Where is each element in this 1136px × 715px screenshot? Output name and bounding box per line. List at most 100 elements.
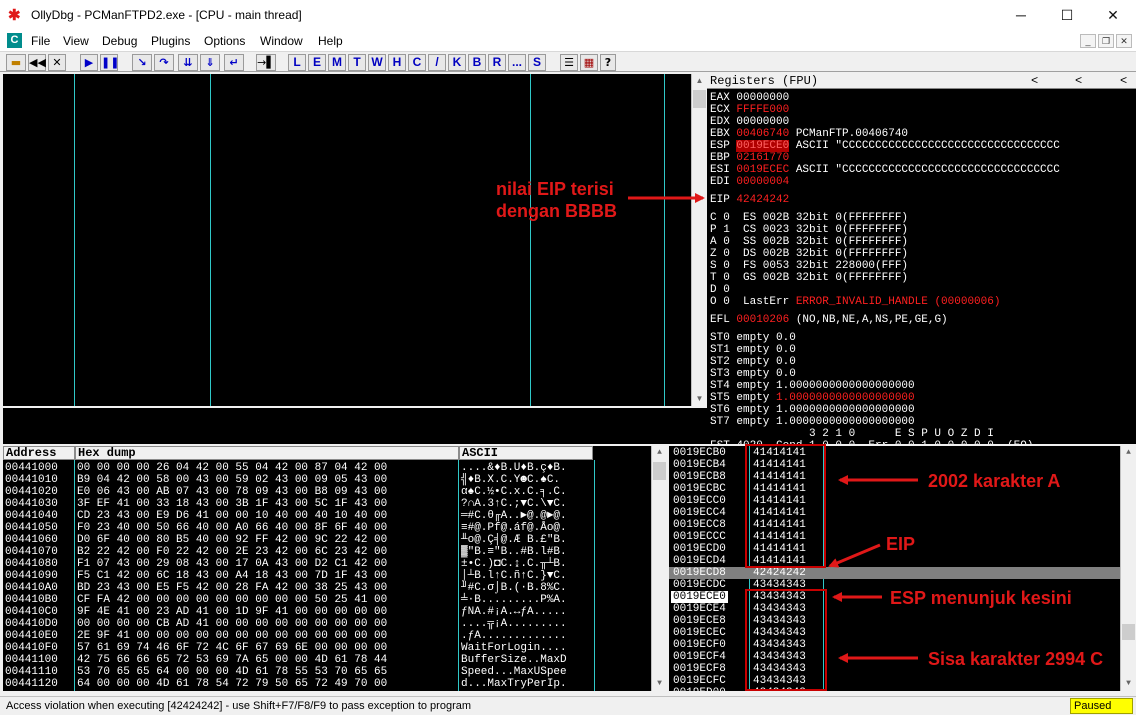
flag-row: D 0 xyxy=(710,284,730,296)
scroll-thumb[interactable] xyxy=(1122,624,1135,640)
windows-window-button[interactable]: W xyxy=(368,54,386,71)
register-row[interactable]: ESI 0019ECEC ASCII "CCCCCCCCCCCCCCCCCCCC… xyxy=(710,164,1060,176)
scroll-down-icon[interactable]: ▼ xyxy=(652,677,667,691)
register-value: 00000000 xyxy=(736,116,790,128)
disasm-column-divider[interactable] xyxy=(664,74,665,406)
register-row[interactable]: EAX 00000000 xyxy=(710,92,789,104)
stack-row[interactable]: 0019ECD4 41414141 xyxy=(669,555,1136,567)
log-window-button[interactable]: L xyxy=(288,54,306,71)
go-to-icon[interactable]: →▌ xyxy=(256,54,276,71)
dump-column-ascii[interactable]: ASCII xyxy=(459,446,593,460)
dump-scrollbar[interactable]: ▲ ▼ xyxy=(651,446,667,691)
cpu-window-button[interactable]: C xyxy=(408,54,426,71)
open-folder-icon[interactable]: ▬ xyxy=(6,54,26,71)
menu-window[interactable]: Window xyxy=(260,34,303,48)
stack-row[interactable]: 0019ECB8 41414141 xyxy=(669,471,1136,483)
register-row[interactable]: EBX 00406740 PCManFTP.00406740 xyxy=(710,128,908,140)
trace-into-icon[interactable]: ⇊ xyxy=(178,54,198,71)
close-program-icon[interactable]: ✕ xyxy=(48,54,66,71)
breakpoints-window-button[interactable]: B xyxy=(468,54,486,71)
stack-row[interactable]: 0019ECFC 43434343 xyxy=(669,675,1136,687)
memory-window-button[interactable]: M xyxy=(328,54,346,71)
stack-row[interactable]: 0019ECC8 41414141 xyxy=(669,519,1136,531)
stack-row[interactable]: 0019ECC0 41414141 xyxy=(669,495,1136,507)
help-icon[interactable]: ? xyxy=(600,54,616,71)
cpu-window-system-icon[interactable]: C xyxy=(7,33,22,48)
patches-window-button[interactable]: / xyxy=(428,54,446,71)
scroll-up-icon[interactable]: ▲ xyxy=(692,74,707,88)
modules-window-button[interactable]: E xyxy=(308,54,326,71)
close-button[interactable]: ✕ xyxy=(1090,0,1136,31)
scroll-thumb[interactable] xyxy=(653,462,666,480)
menu-view[interactable]: View xyxy=(63,34,89,48)
register-row[interactable]: ECX FFFFE000 xyxy=(710,104,789,116)
registers-nav-left-icon[interactable]: < xyxy=(1031,74,1038,89)
disassembly-pane[interactable]: ▲ ▼ xyxy=(3,74,707,406)
register-row[interactable]: EDI 00000004 xyxy=(710,176,789,188)
dump-column-address[interactable]: Address xyxy=(3,446,75,460)
stack-scrollbar[interactable]: ▲ ▼ xyxy=(1120,446,1136,691)
dump-ascii: ╧·B.........P%A. xyxy=(461,594,567,606)
references-window-button[interactable]: R xyxy=(488,54,506,71)
dump-hex: 57 61 69 74 46 6F 72 4C 6F 67 69 6E 00 0… xyxy=(77,642,388,654)
stack-row[interactable]: 0019ECC4 41414141 xyxy=(669,507,1136,519)
scroll-thumb[interactable] xyxy=(693,90,706,108)
menu-debug[interactable]: Debug xyxy=(102,34,137,48)
source-window-button[interactable]: S xyxy=(528,54,546,71)
maximize-button[interactable]: ☐ xyxy=(1044,0,1090,31)
annotation-c-chars: Sisa karakter 2994 C xyxy=(928,649,1104,669)
run-icon[interactable]: ▶ xyxy=(80,54,98,71)
scroll-down-icon[interactable]: ▼ xyxy=(1121,677,1136,691)
restart-icon[interactable]: ◀◀ xyxy=(28,54,46,71)
registers-pane[interactable]: Registers (FPU) < < < EAX 00000000 ECX FF… xyxy=(707,74,1136,444)
flag-row: Z 0 DS 002B 32bit 0(FFFFFFFF) xyxy=(710,248,909,260)
register-comment: ASCII "CCCCCCCCCCCCCCCCCCCCCCCCCCCCCCCCC xyxy=(789,164,1060,176)
mdi-restore-button[interactable]: ❐ xyxy=(1098,34,1114,48)
scroll-up-icon[interactable]: ▲ xyxy=(1121,446,1136,460)
step-into-icon[interactable]: ↘ xyxy=(132,54,152,71)
disasm-scrollbar[interactable]: ▲ ▼ xyxy=(691,74,707,406)
eip-value: 42424242 xyxy=(736,194,790,206)
execute-till-return-icon[interactable]: ↵ xyxy=(224,54,244,71)
trace-over-icon[interactable]: ⇓ xyxy=(200,54,220,71)
run-trace-window-button[interactable]: ... xyxy=(508,54,526,71)
disasm-column-divider[interactable] xyxy=(210,74,211,406)
stack-address: 0019ECB8 xyxy=(673,471,726,483)
register-row[interactable]: EBP 02161770 xyxy=(710,152,789,164)
list-options-icon[interactable]: ☰ xyxy=(560,54,578,71)
menu-plugins[interactable]: Plugins xyxy=(151,34,190,48)
stack-row[interactable]: 0019ECE8 43434343 xyxy=(669,615,1136,627)
registers-nav-left-icon[interactable]: < xyxy=(1075,74,1082,89)
minimize-button[interactable]: ─ xyxy=(998,0,1044,31)
registers-header[interactable]: Registers (FPU) < < < xyxy=(707,74,1136,89)
stack-row[interactable]: 0019ECB4 41414141 xyxy=(669,459,1136,471)
stack-row[interactable]: 0019ECBC 41414141 xyxy=(669,483,1136,495)
fpu-row: ST5 empty 1.0000000000000000000 xyxy=(710,392,915,404)
pause-icon[interactable]: ❚❚ xyxy=(100,54,119,71)
dump-pane[interactable]: Address Hex dump ASCII 00441000 00 00 00 … xyxy=(3,446,667,691)
stack-row[interactable]: 0019ECB0 41414141 xyxy=(669,447,1136,459)
register-row[interactable]: ESP 0019ECE0 ASCII "CCCCCCCCCCCCCCCCCCCC… xyxy=(710,140,1060,152)
handles-window-button[interactable]: H xyxy=(388,54,406,71)
mdi-close-button[interactable]: ✕ xyxy=(1116,34,1132,48)
scroll-down-icon[interactable]: ▼ xyxy=(692,392,707,406)
menu-help[interactable]: Help xyxy=(318,34,343,48)
stack-row[interactable]: 0019ECD8 42424242 xyxy=(669,567,1136,579)
scroll-up-icon[interactable]: ▲ xyxy=(652,446,667,460)
disasm-column-divider[interactable] xyxy=(74,74,75,406)
call-stack-window-button[interactable]: K xyxy=(448,54,466,71)
step-over-icon[interactable]: ↷ xyxy=(154,54,174,71)
info-pane[interactable] xyxy=(3,408,707,444)
stack-row[interactable]: 0019ED0043434343 xyxy=(669,687,1136,691)
registers-nav-left-icon[interactable]: < xyxy=(1120,74,1127,89)
menu-options[interactable]: Options xyxy=(204,34,245,48)
appearance-grid-icon[interactable]: ▦ xyxy=(580,54,598,71)
disasm-column-divider[interactable] xyxy=(530,74,531,406)
stack-row[interactable]: 0019ECEC 43434343 xyxy=(669,627,1136,639)
threads-window-button[interactable]: T xyxy=(348,54,366,71)
register-row-eip[interactable]: EIP 42424242 xyxy=(710,194,789,206)
menu-file[interactable]: File xyxy=(31,34,50,48)
mdi-minimize-button[interactable]: _ xyxy=(1080,34,1096,48)
register-row[interactable]: EDX 00000000 xyxy=(710,116,789,128)
dump-column-hex[interactable]: Hex dump xyxy=(75,446,459,460)
